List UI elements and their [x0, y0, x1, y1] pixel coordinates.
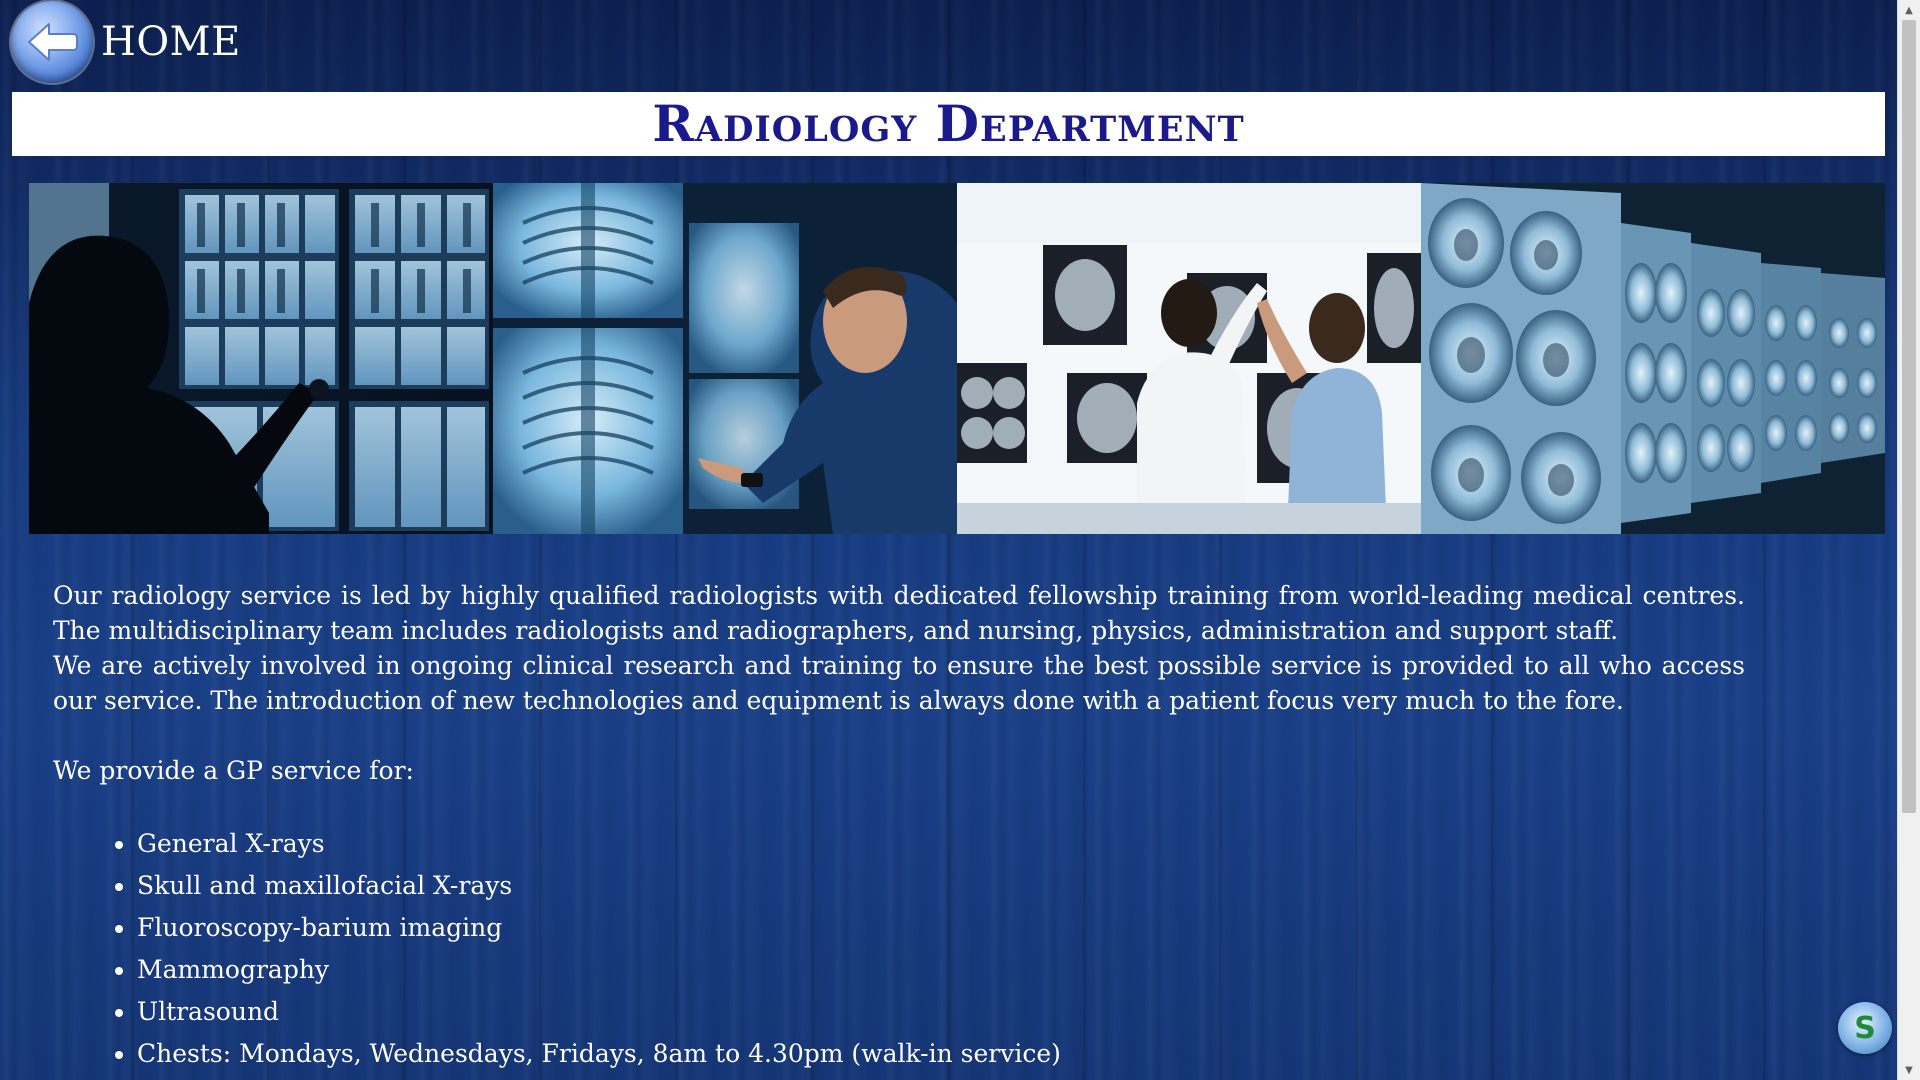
list-item: Chests: Mondays, Wednesdays, Fridays, 8a… [137, 1033, 1745, 1075]
list-item: Skull and maxillofacial X-rays [137, 865, 1745, 907]
page-title: Radiology Department [652, 94, 1245, 153]
list-item: Fluoroscopy-barium imaging [137, 907, 1745, 949]
scroll-up-arrow-icon[interactable]: ▲ [1898, 0, 1920, 20]
banner-photo-spine-xrays [29, 183, 493, 534]
gp-service-heading: We provide a GP service for: [53, 756, 414, 785]
list-item: Ultrasound [137, 991, 1745, 1033]
banner-photo-brain-mri [1421, 183, 1885, 534]
banner-photo-chest-xrays [493, 183, 957, 534]
badge-letter: S [1854, 1010, 1876, 1046]
banner-photo-doctors-reviewing [957, 183, 1421, 534]
scroll-thumb[interactable] [1902, 20, 1916, 813]
back-arrow-icon[interactable] [11, 1, 93, 83]
service-list: General X-rays Skull and maxillofacial X… [53, 823, 1745, 1075]
title-bar: Radiology Department [12, 92, 1885, 156]
vertical-scrollbar[interactable]: ▲ ▼ [1897, 0, 1920, 1080]
floating-app-badge-icon[interactable]: S [1838, 1002, 1892, 1054]
list-item: Mammography [137, 949, 1745, 991]
intro-paragraph: Our radiology service is led by highly q… [53, 581, 1745, 645]
main-content: Our radiology service is led by highly q… [53, 578, 1745, 1075]
home-link[interactable]: HOME [11, 0, 241, 84]
scroll-down-arrow-icon[interactable]: ▼ [1898, 1060, 1920, 1080]
home-label[interactable]: HOME [101, 19, 241, 65]
research-paragraph: We are actively involved in ongoing clin… [53, 651, 1745, 715]
list-item: General X-rays [137, 823, 1745, 865]
banner-image [29, 183, 1885, 534]
